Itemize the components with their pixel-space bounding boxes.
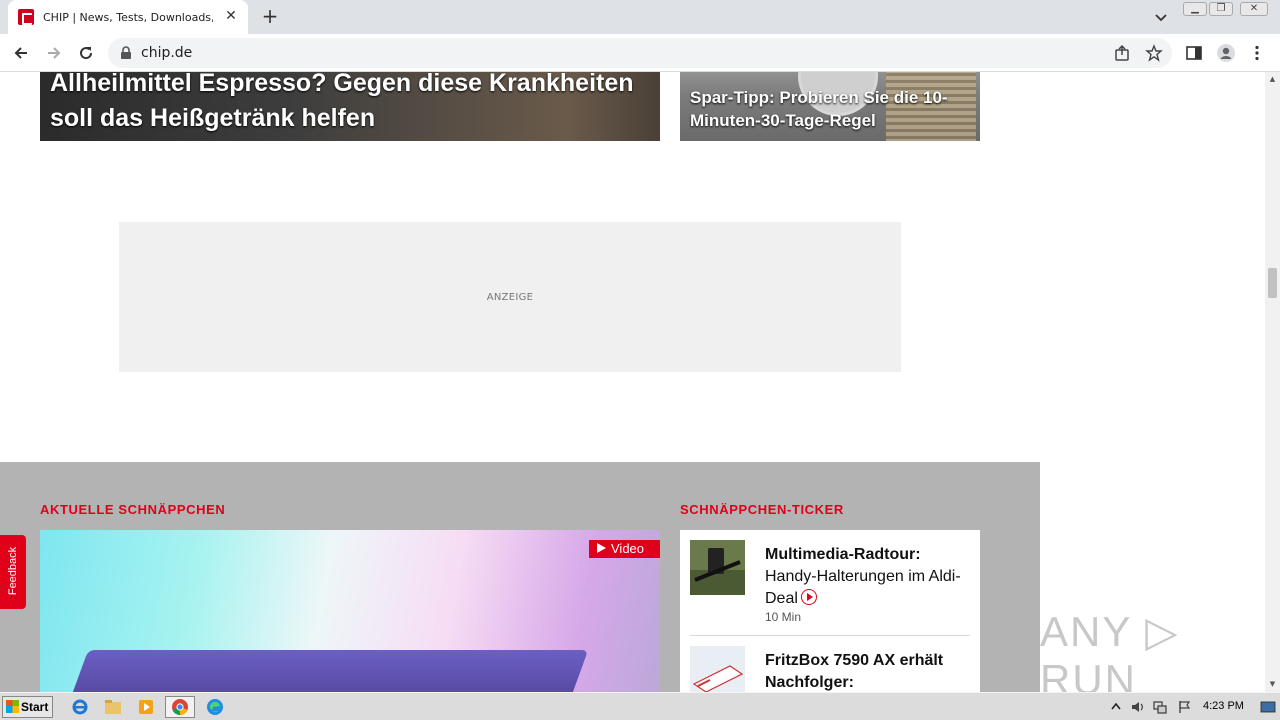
- share-icon[interactable]: [1113, 44, 1131, 62]
- ticker-headline[interactable]: Multimedia-Radtour: Handy-Halterungen im…: [765, 544, 975, 610]
- minimize-button[interactable]: ▁: [1183, 2, 1207, 16]
- windows-taskbar: Start 4:23 PM: [0, 692, 1280, 720]
- back-button[interactable]: [10, 42, 32, 64]
- ad-label: ANZEIGE: [486, 292, 534, 303]
- profile-avatar-icon[interactable]: [1216, 43, 1236, 63]
- article-card-spar-tipp[interactable]: Spar-Tipp: Probieren Sie die 10-Minuten-…: [680, 72, 980, 141]
- side-panel-icon[interactable]: [1185, 44, 1203, 62]
- restore-button[interactable]: ❐: [1209, 2, 1233, 16]
- feedback-tab[interactable]: Feedback: [0, 535, 26, 609]
- deal-video-teaser[interactable]: Video: [40, 530, 660, 692]
- chrome-taskbar-icon[interactable]: [165, 696, 195, 718]
- ticker-headline-bold: FritzBox 7590 AX erhält Nachfolger:: [765, 652, 944, 691]
- network-icon[interactable]: [1153, 700, 1167, 714]
- ticker-headline-rest: Handy-Halterungen im Aldi-Deal: [765, 568, 961, 607]
- video-badge: Video: [589, 540, 660, 558]
- back-arrow-icon: [14, 47, 27, 59]
- ticker-time: 10 Min: [765, 610, 802, 624]
- bookmark-star-icon[interactable]: [1145, 44, 1163, 62]
- ticker-divider: [690, 635, 970, 636]
- chip-favicon-icon: [18, 9, 34, 25]
- anyrun-watermark: ANY ▷ RUN: [1040, 608, 1180, 692]
- address-bar[interactable]: chip.de: [108, 38, 1172, 68]
- scroll-thumb[interactable]: [1268, 268, 1277, 298]
- ticker-headline[interactable]: FritzBox 7590 AX erhält Nachfolger:: [765, 650, 975, 692]
- lock-icon[interactable]: [120, 46, 132, 59]
- volume-icon[interactable]: [1130, 700, 1144, 714]
- new-tab-button[interactable]: +: [260, 6, 280, 26]
- reload-button[interactable]: [75, 42, 97, 64]
- start-label: Start: [21, 700, 49, 714]
- ad-placeholder: ANZEIGE: [119, 222, 901, 372]
- article-title[interactable]: Allheilmittel Espresso? Gegen diese Kran…: [50, 72, 650, 136]
- edge-icon[interactable]: [203, 696, 227, 718]
- bike-phone-holder-thumbnail: [690, 540, 745, 595]
- deals-section: AKTUELLE SCHNÄPPCHEN SCHNÄPPCHEN-TICKER …: [0, 462, 1040, 692]
- ticker-section-title: SCHNÄPPCHEN-TICKER: [680, 502, 844, 517]
- system-clock[interactable]: 4:23 PM: [1203, 700, 1244, 712]
- close-window-button[interactable]: ✕: [1240, 2, 1268, 16]
- start-button[interactable]: Start: [2, 696, 53, 718]
- internet-explorer-icon[interactable]: [68, 696, 92, 718]
- scroll-down-arrow-icon[interactable]: ▼: [1268, 680, 1277, 688]
- windows-logo-icon: [6, 700, 19, 713]
- file-explorer-icon[interactable]: [101, 696, 125, 718]
- page-viewport: Allheilmittel Espresso? Gegen diese Kran…: [0, 72, 1265, 692]
- play-icon: [597, 543, 606, 553]
- device-image: [51, 650, 589, 692]
- vertical-scrollbar[interactable]: ▲ ▼: [1265, 72, 1280, 692]
- show-desktop-icon[interactable]: [1260, 700, 1276, 714]
- close-tab-icon[interactable]: ✕: [224, 9, 238, 23]
- menu-kebab-icon[interactable]: [1248, 44, 1266, 62]
- fritzbox-thumbnail: [690, 646, 745, 692]
- deals-section-title: AKTUELLE SCHNÄPPCHEN: [40, 502, 226, 517]
- video-play-icon: [800, 589, 817, 605]
- browser-toolbar: chip.de: [0, 34, 1280, 72]
- action-center-flag-icon[interactable]: [1177, 700, 1191, 714]
- reload-icon: [80, 47, 93, 60]
- forward-arrow-icon: [48, 47, 61, 59]
- forward-button[interactable]: [43, 42, 65, 64]
- tab-title: CHIP | News, Tests, Downloads, Tech: [43, 10, 213, 24]
- media-player-icon[interactable]: [134, 696, 158, 718]
- article-title[interactable]: Spar-Tipp: Probieren Sie die 10-Minuten-…: [690, 86, 970, 132]
- url-text[interactable]: chip.de: [141, 45, 192, 61]
- tray-expand-arrow-icon[interactable]: [1109, 700, 1123, 714]
- deals-ticker: Multimedia-Radtour: Handy-Halterungen im…: [680, 530, 980, 692]
- article-card-espresso[interactable]: Allheilmittel Espresso? Gegen diese Kran…: [40, 72, 660, 141]
- feedback-label: Feedback: [7, 546, 19, 596]
- tab-search-chevron-icon[interactable]: [1152, 8, 1170, 26]
- browser-tab[interactable]: CHIP | News, Tests, Downloads, Tech ✕: [8, 0, 248, 34]
- scroll-up-arrow-icon[interactable]: ▲: [1268, 75, 1277, 83]
- video-badge-label: Video: [611, 541, 645, 556]
- tab-strip: CHIP | News, Tests, Downloads, Tech ✕ + …: [0, 0, 1280, 34]
- ticker-headline-bold: Multimedia-Radtour:: [765, 546, 921, 563]
